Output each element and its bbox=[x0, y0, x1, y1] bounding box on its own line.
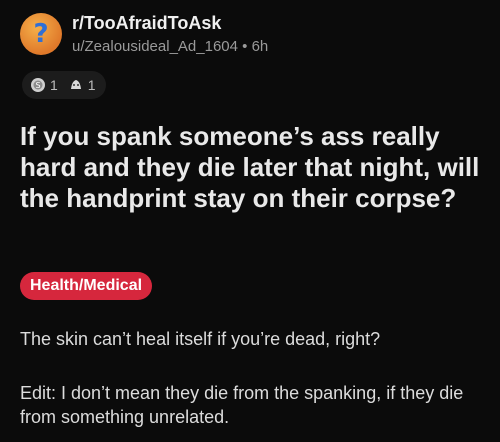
award-count: 1 bbox=[87, 77, 96, 93]
post-author-line: u/Zealousideal_Ad_1604 • 6h bbox=[72, 38, 268, 55]
post-title[interactable]: If you spank someone’s ass really hard a… bbox=[20, 121, 490, 214]
post-body-paragraph: The skin can’t heal itself if you’re dea… bbox=[20, 329, 381, 349]
post-header: ? r/TooAfraidToAsk u/Zealousideal_Ad_160… bbox=[20, 12, 268, 55]
awards-bar[interactable]: S 1 1 bbox=[22, 71, 106, 99]
post-age: 6h bbox=[251, 38, 269, 55]
award-silver: S 1 bbox=[30, 77, 58, 93]
subreddit-avatar-icon[interactable]: ? bbox=[20, 12, 62, 55]
subreddit-name[interactable]: r/TooAfraidToAsk bbox=[72, 12, 268, 34]
wholesome-award-icon bbox=[68, 77, 84, 93]
svg-text:S: S bbox=[35, 81, 40, 90]
separator-dot: • bbox=[242, 38, 252, 55]
post-meta: r/TooAfraidToAsk u/Zealousideal_Ad_1604 … bbox=[72, 12, 268, 55]
award-wholesome: 1 bbox=[68, 77, 96, 93]
silver-award-icon: S bbox=[30, 77, 46, 93]
post-flair[interactable]: Health/Medical bbox=[20, 272, 153, 300]
author-username[interactable]: u/Zealousideal_Ad_1604 bbox=[72, 38, 238, 55]
post-body-edit: Edit: I don’t mean they die from the spa… bbox=[20, 383, 464, 427]
award-count: 1 bbox=[50, 77, 58, 93]
